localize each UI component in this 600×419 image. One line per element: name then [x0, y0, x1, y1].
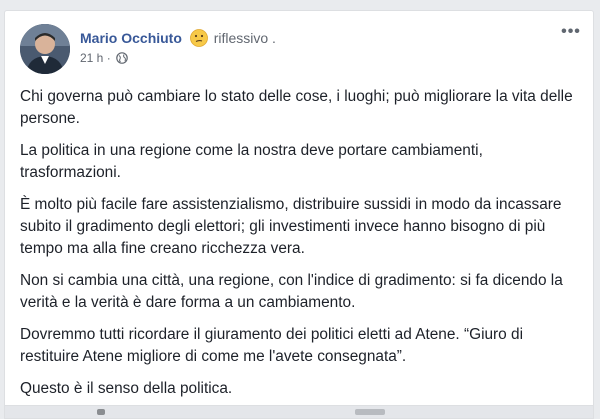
post-paragraph: Chi governa può cambiare lo stato delle …: [20, 88, 573, 127]
post-paragraph: La politica in una regione come la nostr…: [20, 142, 483, 181]
author-line: Mario Occhiuto riflessivo .: [80, 29, 276, 50]
post-paragraph: Non si cambia una città, una regione, co…: [20, 272, 563, 311]
post-meta: 21 h ·: [80, 51, 128, 67]
post-attachment-image[interactable]: [5, 405, 593, 418]
more-options-icon[interactable]: •••: [559, 24, 583, 42]
thinking-face-icon: [189, 29, 208, 50]
author-name[interactable]: Mario Occhiuto: [80, 30, 182, 46]
post-header: Mario Occhiuto riflessivo . 21 h · •••: [20, 24, 583, 74]
feeling-label: riflessivo .: [213, 30, 276, 46]
post-paragraph: Dovremmo tutti ricordare il giuramento d…: [20, 326, 523, 365]
post-paragraph: Questo è il senso della politica.: [20, 380, 233, 397]
post-timestamp[interactable]: 21 h ·: [80, 51, 111, 65]
profile-photo-icon: [20, 24, 70, 74]
attachment-detail: [355, 409, 385, 415]
attachment-detail: [97, 409, 105, 415]
post-text: Chi governa può cambiare lo stato delle …: [20, 86, 580, 410]
avatar[interactable]: [20, 24, 70, 74]
globe-icon[interactable]: [116, 52, 128, 67]
post-card: Mario Occhiuto riflessivo . 21 h · ••• C…: [4, 10, 594, 419]
post-paragraph: È molto più facile fare assistenzialismo…: [20, 196, 562, 257]
